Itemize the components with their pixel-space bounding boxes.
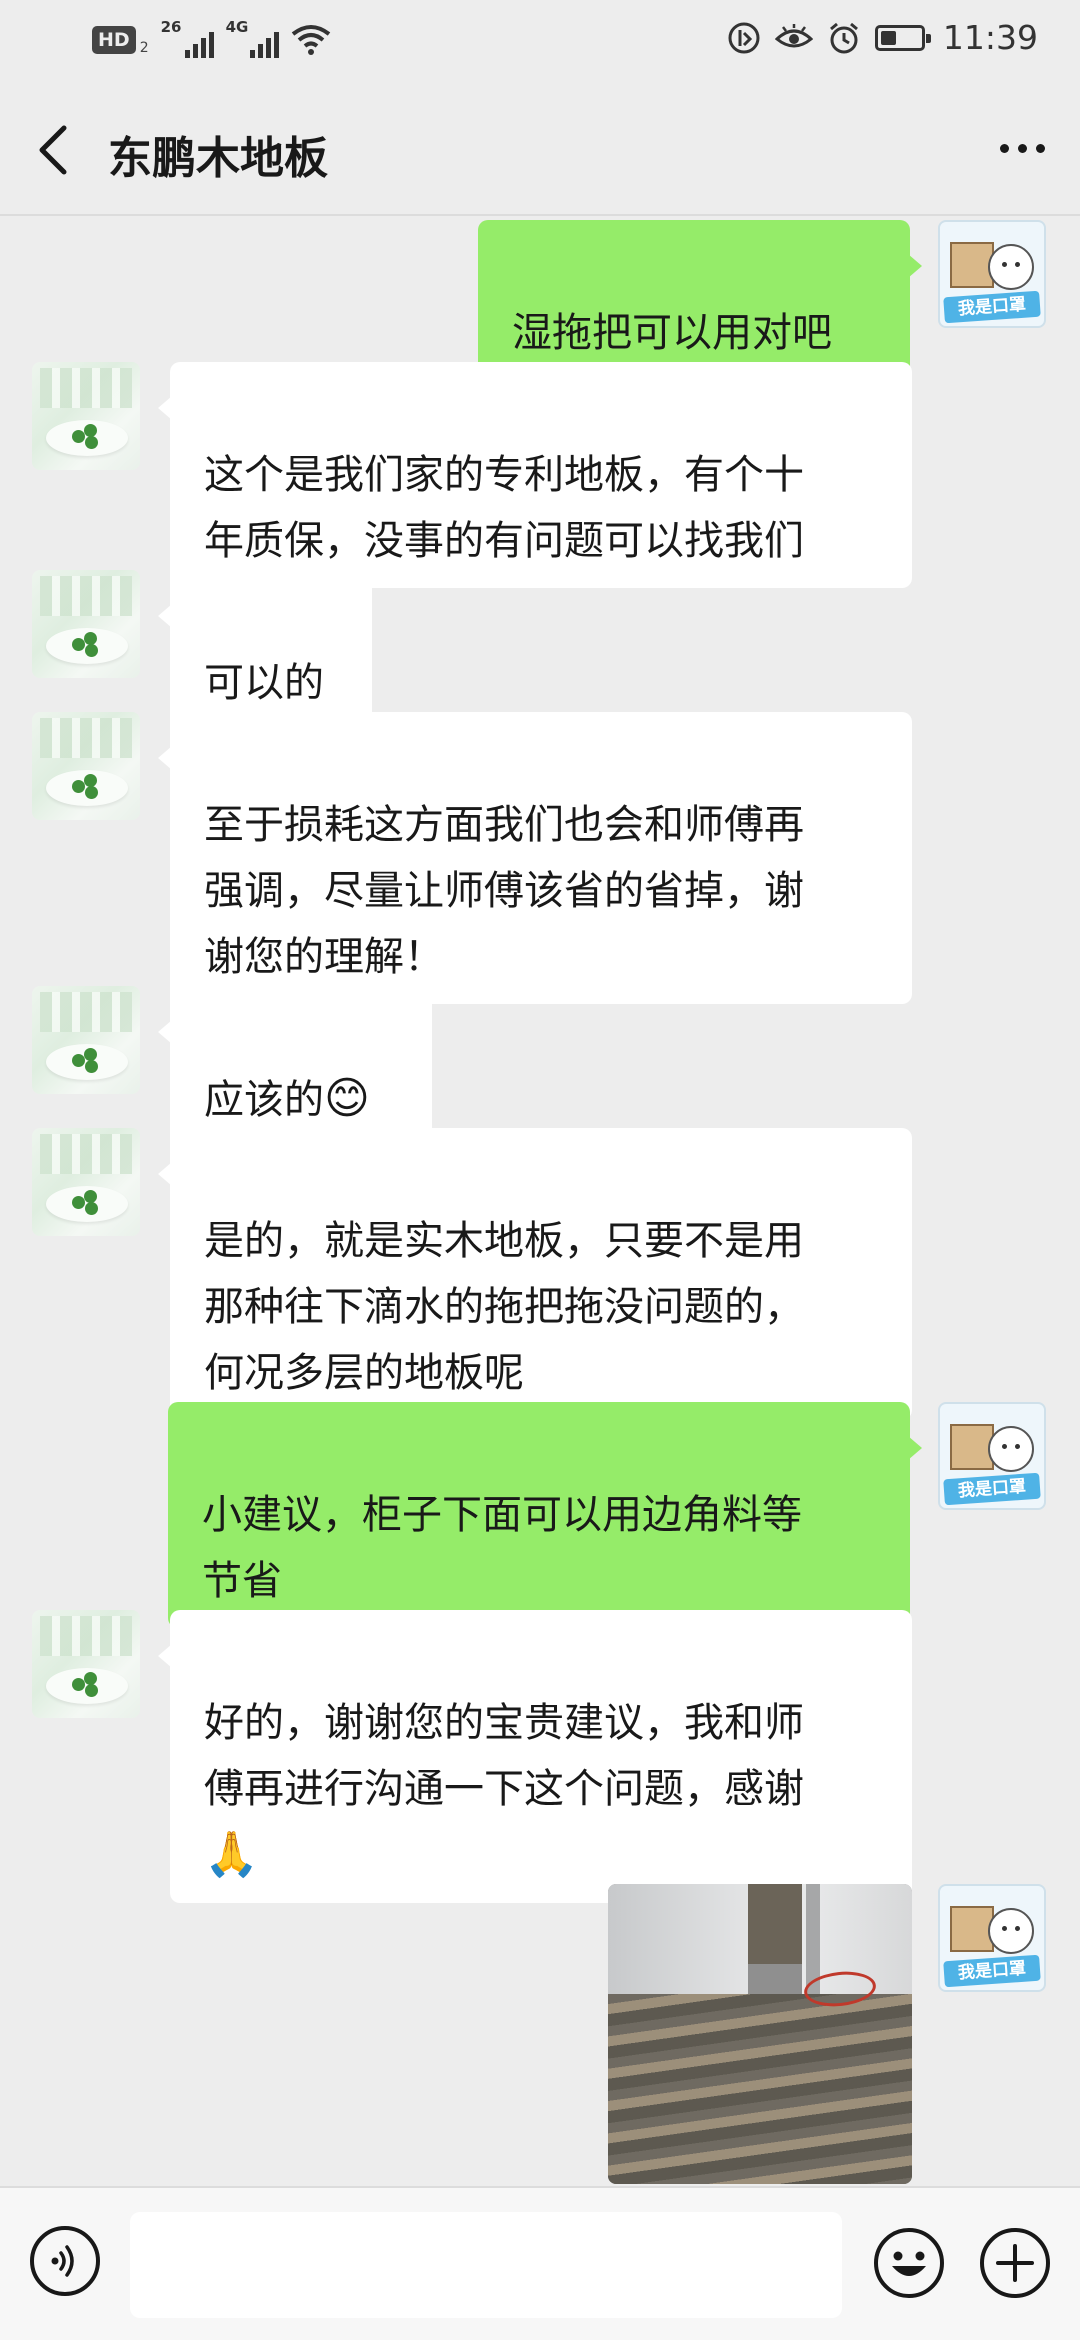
more-functions-button[interactable] xyxy=(978,2226,1052,2300)
chevron-left-icon xyxy=(39,125,67,175)
header-divider xyxy=(0,214,1080,216)
self-avatar[interactable]: 我是口罩 xyxy=(938,220,1046,328)
message-text: 好的，谢谢您的宝贵建议，我和师 傅再进行沟通一下这个问题，感谢 xyxy=(204,1700,804,1812)
chat-header: 东鹏木地板 xyxy=(0,84,1080,216)
folded-hands-emoji-icon: 🙏 xyxy=(204,1829,259,1880)
clover-icon xyxy=(72,1672,100,1698)
wifi-icon xyxy=(291,24,331,56)
emoji-button[interactable] xyxy=(872,2226,946,2300)
status-left: HD 2 26 4G xyxy=(92,18,331,58)
message-text: 可以的 xyxy=(204,660,324,706)
contact-avatar[interactable] xyxy=(32,712,140,820)
sim2-network-tag: 4G xyxy=(225,18,249,36)
status-bar: HD 2 26 4G 11:39 xyxy=(0,0,1080,84)
sim1-signal-icon: 26 xyxy=(161,18,214,58)
message-text: 湿拖把可以用对吧 xyxy=(512,310,832,356)
chat-title: 东鹏木地板 xyxy=(108,133,328,184)
message-bubble-received[interactable]: 好的，谢谢您的宝贵建议，我和师 傅再进行沟通一下这个问题，感谢 🙏 xyxy=(158,1610,912,1903)
self-avatar[interactable]: 我是口罩 xyxy=(938,1402,1046,1510)
data-saver-icon xyxy=(727,21,761,55)
contact-avatar[interactable] xyxy=(32,986,140,1094)
self-avatar[interactable]: 我是口罩 xyxy=(938,1884,1046,1992)
clover-icon xyxy=(72,774,100,800)
sim1-network-tag: 26 xyxy=(160,18,182,36)
image-message[interactable] xyxy=(608,1884,912,2184)
avatar-tag: 我是口罩 xyxy=(943,1954,1041,1988)
message-text: 是的，就是实木地板，只要不是用 那种往下滴水的拖把拖没问题的， 何况多层的地板呢 xyxy=(204,1218,804,1396)
back-button[interactable] xyxy=(30,120,80,180)
sim2-signal-icon: 4G xyxy=(226,18,279,58)
status-right: 11:39 xyxy=(727,18,1038,57)
contact-avatar[interactable] xyxy=(32,362,140,470)
contact-avatar[interactable] xyxy=(32,1128,140,1236)
voice-icon xyxy=(51,2245,74,2277)
battery-icon xyxy=(874,24,931,51)
message-bubble-received[interactable]: 这个是我们家的专利地板，有个十 年质保，没事的有问题可以找我们 xyxy=(158,362,912,588)
alarm-icon xyxy=(827,21,861,55)
status-time: 11:39 xyxy=(942,18,1038,57)
message-bubble-received[interactable]: 是的，就是实木地板，只要不是用 那种往下滴水的拖把拖没问题的， 何况多层的地板呢 xyxy=(158,1128,912,1420)
clover-icon xyxy=(72,1048,100,1074)
clover-icon xyxy=(72,632,100,658)
message-text: 至于损耗这方面我们也会和师傅再 强调，尽量让师傅该省的省掉，谢 谢您的理解！ xyxy=(204,802,804,980)
clover-icon xyxy=(72,1190,100,1216)
hd-voice-sub: 2 xyxy=(139,40,149,56)
plus-icon xyxy=(980,2228,1050,2298)
more-dot-icon xyxy=(999,143,1009,153)
clover-icon xyxy=(72,424,100,450)
contact-avatar[interactable] xyxy=(32,570,140,678)
emoji-icon xyxy=(874,2228,944,2298)
message-bubble-received[interactable]: 可以的 xyxy=(158,570,372,730)
message-input[interactable] xyxy=(130,2212,842,2318)
input-bar xyxy=(0,2186,1080,2340)
message-bubble-received[interactable]: 至于损耗这方面我们也会和师傅再 强调，尽量让师傅该省的省掉，谢 谢您的理解！ xyxy=(158,712,912,1004)
avatar-tag: 我是口罩 xyxy=(943,1472,1041,1506)
message-bubble-sent[interactable]: 湿拖把可以用对吧 xyxy=(478,220,922,380)
message-bubble-sent[interactable]: 小建议，柜子下面可以用边角料等 节省 xyxy=(168,1402,922,1628)
hd-voice-badge: HD xyxy=(92,26,136,54)
more-options-button[interactable] xyxy=(990,128,1054,168)
message-text: 小建议，柜子下面可以用边角料等 节省 xyxy=(202,1492,802,1604)
more-dot-icon xyxy=(1035,143,1045,153)
eye-comfort-icon xyxy=(774,23,813,53)
message-bubble-received[interactable]: 应该的😊 xyxy=(158,986,432,1147)
message-text: 这个是我们家的专利地板，有个十 年质保，没事的有问题可以找我们 xyxy=(204,452,804,564)
voice-input-button[interactable] xyxy=(30,2226,100,2296)
more-dot-icon xyxy=(1017,143,1027,153)
contact-avatar[interactable] xyxy=(32,1610,140,1718)
smiling-face-emoji-icon: 😊 xyxy=(324,1073,370,1124)
message-text: 应该的 xyxy=(204,1077,324,1123)
avatar-tag: 我是口罩 xyxy=(943,290,1041,324)
